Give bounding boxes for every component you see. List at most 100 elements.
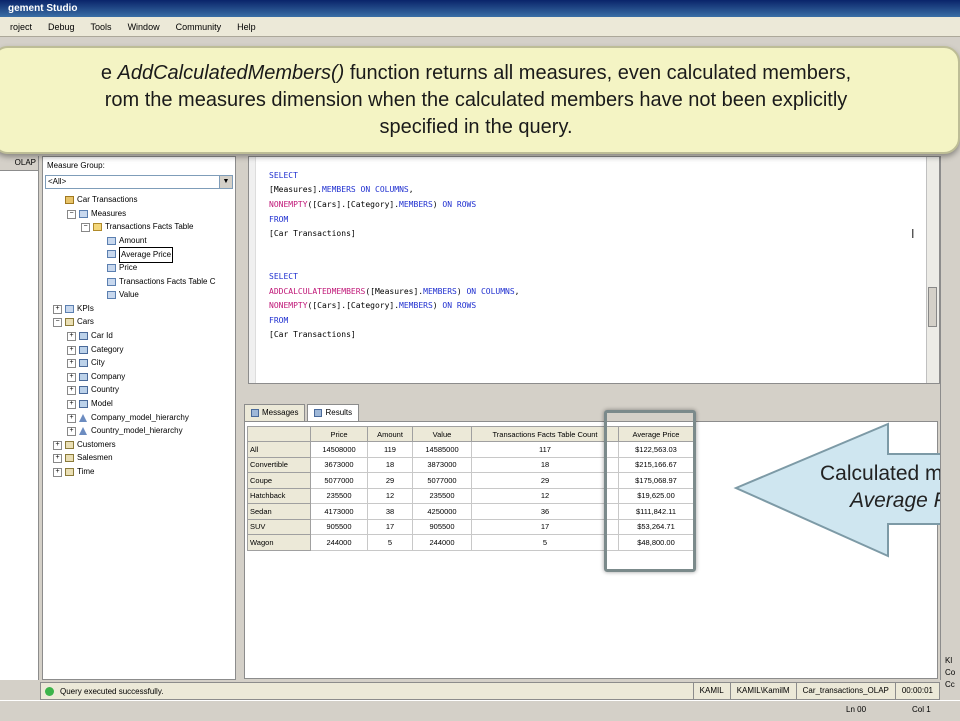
menu-window[interactable]: Window xyxy=(120,22,168,32)
tree-node[interactable]: Car Transactions xyxy=(43,193,235,207)
arrow-callout-line2: Average P xyxy=(850,489,948,512)
expand-icon[interactable]: + xyxy=(53,454,62,464)
row-header[interactable]: SUV xyxy=(247,518,311,535)
expand-icon[interactable]: + xyxy=(67,345,76,355)
tree-node[interactable]: + Company_model_hierarchy xyxy=(43,411,235,425)
row-header[interactable]: Convertible xyxy=(247,456,311,473)
query-editor[interactable]: SELECT [Measures].MEMBERS ON COLUMNS, NO… xyxy=(248,156,940,384)
collapse-icon[interactable]: − xyxy=(53,318,62,328)
measure-group-label: Measure Group: xyxy=(47,161,105,170)
expand-icon[interactable]: + xyxy=(67,359,76,369)
menu-tools[interactable]: Tools xyxy=(83,22,120,32)
table-cell: 3873000 xyxy=(412,456,472,473)
menu-community[interactable]: Community xyxy=(168,22,230,32)
tree-node[interactable]: + Customers xyxy=(43,438,235,452)
table-cell: 29 xyxy=(471,472,619,489)
tree-node-label: Measures xyxy=(91,208,127,218)
arrow-callout-text: Calculated m Average P xyxy=(820,460,948,514)
collapse-icon[interactable]: − xyxy=(67,209,76,219)
tree-node-label: Cars xyxy=(77,317,94,327)
row-header[interactable]: Hatchback xyxy=(247,487,311,504)
menu-help[interactable]: Help xyxy=(229,22,264,32)
tree-node[interactable]: Transactions Facts Table C xyxy=(43,275,235,289)
tree-node[interactable]: Value xyxy=(43,288,235,302)
success-icon xyxy=(45,686,54,696)
solution-explorer-strip: OLAP xyxy=(0,156,39,680)
expand-icon[interactable]: + xyxy=(67,399,76,409)
expand-icon[interactable]: + xyxy=(67,331,76,341)
app-status-bar: Ln 00 Col 1 xyxy=(0,700,960,721)
table-cell: 905500 xyxy=(310,518,368,535)
query2-line3: NONEMPTY([Cars].[Category].MEMBERS) ON R… xyxy=(269,301,477,310)
tab-results[interactable]: Results xyxy=(307,404,360,421)
tree-node[interactable]: + Salesmen xyxy=(43,451,235,465)
row-header[interactable]: All xyxy=(247,441,311,458)
expand-icon[interactable]: + xyxy=(53,440,62,450)
tree-node[interactable]: Amount xyxy=(43,234,235,248)
tree-node-label: Category xyxy=(91,344,124,354)
table-cell: 18 xyxy=(471,456,619,473)
tree-node[interactable]: + KPIs xyxy=(43,302,235,316)
expand-icon[interactable]: + xyxy=(67,372,76,382)
callout-line-3: specified in the query. xyxy=(379,116,573,138)
tree-node-label: Country xyxy=(91,385,120,395)
tree-node[interactable]: − Transactions Facts Table xyxy=(43,220,235,234)
expand-icon[interactable]: + xyxy=(53,467,62,477)
tree-node[interactable]: + City xyxy=(43,356,235,370)
column-indicator: Col 1 xyxy=(912,705,931,714)
tree-node[interactable]: − Measures xyxy=(43,207,235,221)
tree-node-label: Salesmen xyxy=(77,453,113,463)
row-header[interactable]: Sedan xyxy=(247,503,311,520)
expand-icon[interactable]: + xyxy=(67,413,76,423)
collapse-icon[interactable]: − xyxy=(81,223,90,233)
table-cell: 4250000 xyxy=(412,503,472,520)
tab-messages[interactable]: Messages xyxy=(244,404,306,421)
tree-node[interactable]: + Company xyxy=(43,370,235,384)
tree-node[interactable]: Price xyxy=(43,261,235,275)
measures-icon xyxy=(79,209,88,218)
callout-line-2: rom the measures dimension when the calc… xyxy=(104,89,848,111)
measure-group-select[interactable]: <All> ▼ xyxy=(45,175,233,189)
column-header[interactable]: Value xyxy=(412,426,472,442)
row-header[interactable]: Wagon xyxy=(247,534,311,551)
column-header[interactable]: Transactions Facts Table Count xyxy=(471,426,619,442)
query1-line1: SELECT xyxy=(269,171,298,180)
table-cell: 36 xyxy=(471,503,619,520)
menu-project[interactable]: roject xyxy=(2,22,40,32)
tree-node-label: Country_model_hierarchy xyxy=(91,426,183,436)
dimension-icon xyxy=(65,454,74,463)
tree-node-label: Amount xyxy=(119,235,147,245)
tree-node[interactable]: + Category xyxy=(43,343,235,357)
table-cell: 14585000 xyxy=(412,441,472,458)
row-header[interactable]: Coupe xyxy=(247,472,311,489)
column-header[interactable]: Price xyxy=(310,426,368,442)
tree-node-label: Price xyxy=(119,262,138,272)
tree-node[interactable]: + Time xyxy=(43,465,235,479)
instruction-callout: e AddCalculatedMembers() function return… xyxy=(0,46,960,154)
expand-icon[interactable]: + xyxy=(53,304,62,314)
menu-debug[interactable]: Debug xyxy=(40,22,83,32)
tree-node[interactable]: + Country xyxy=(43,383,235,397)
tree-node-label: Transactions Facts Table xyxy=(105,222,194,232)
expand-icon[interactable]: + xyxy=(67,386,76,396)
tree-node[interactable]: + Car Id xyxy=(43,329,235,343)
editor-scrollbar[interactable] xyxy=(926,157,939,383)
table-cell: 18 xyxy=(367,456,413,473)
tree-node[interactable]: + Model xyxy=(43,397,235,411)
table-cell: 244000 xyxy=(310,534,368,551)
editor-scroll-thumb[interactable] xyxy=(928,287,937,327)
tree-node-label: Customers xyxy=(77,439,116,449)
expand-icon[interactable]: + xyxy=(67,427,76,437)
column-header[interactable]: Amount xyxy=(367,426,413,442)
dimension-icon xyxy=(65,467,74,476)
measure-group-value: <All> xyxy=(48,177,67,186)
tree-node[interactable]: Average Price xyxy=(43,247,235,263)
column-header[interactable] xyxy=(247,426,311,442)
tree-node-label: Car Transactions xyxy=(77,195,138,204)
tree-node[interactable]: + Country_model_hierarchy xyxy=(43,424,235,438)
chevron-down-icon[interactable]: ▼ xyxy=(219,176,232,188)
query2-line4: FROM xyxy=(269,316,289,325)
tree-node[interactable]: − Cars xyxy=(43,315,235,329)
tree-node-label: Model xyxy=(91,398,113,408)
table-cell: 29 xyxy=(367,472,413,489)
